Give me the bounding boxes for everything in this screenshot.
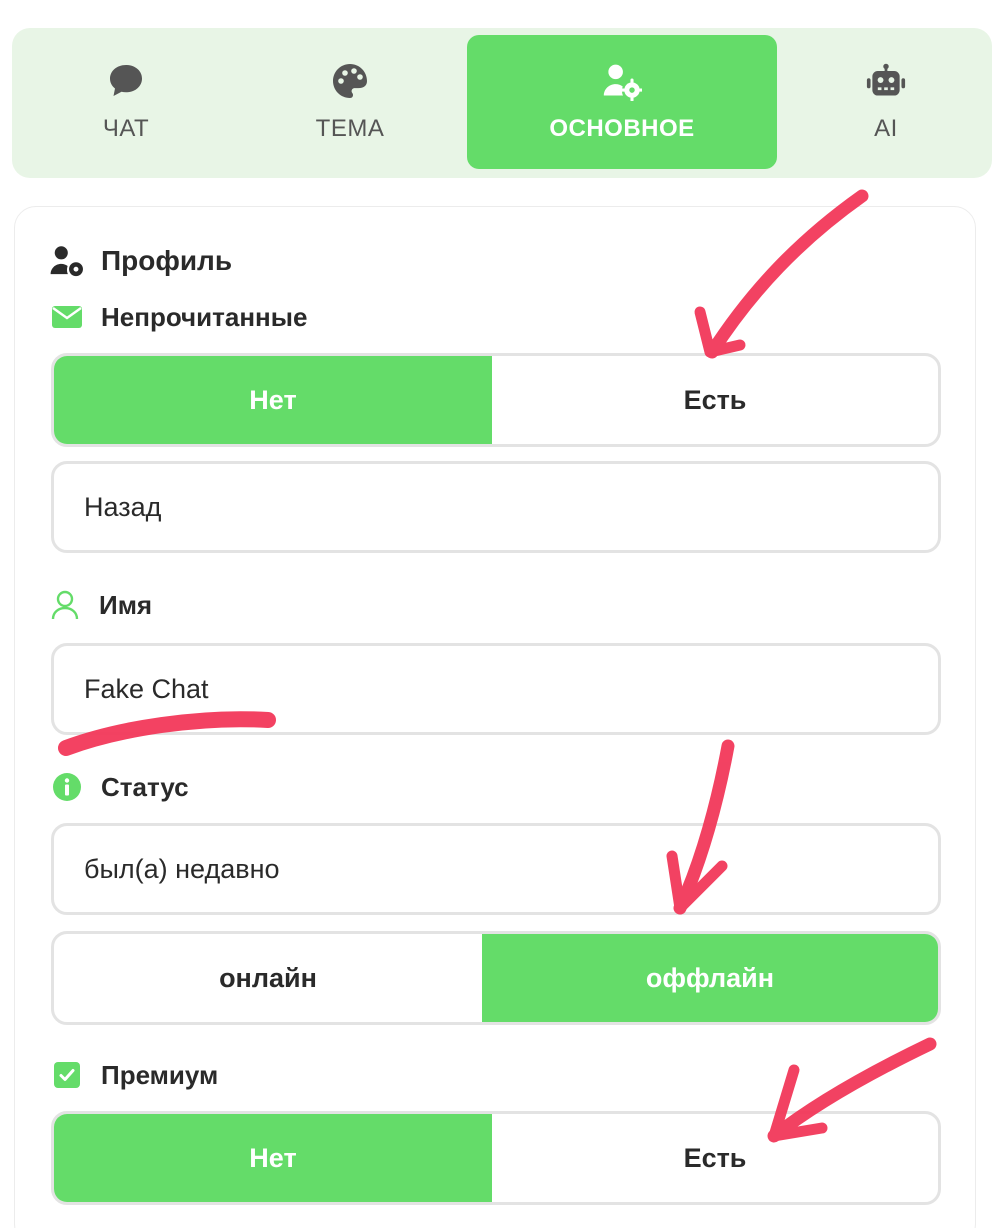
tab-general-label: ОСНОВНОЕ <box>549 115 695 142</box>
user-icon <box>47 587 83 623</box>
profile-title: Профиль <box>101 245 233 276</box>
palette-icon <box>330 61 370 101</box>
name-value: Fake Chat <box>84 673 209 704</box>
tab-bar: ЧАТ ТЕМА ОСНОВНОЕ AI <box>12 28 992 178</box>
user-gear-icon <box>49 243 85 279</box>
settings-page: ЧАТ ТЕМА ОСНОВНОЕ AI Профиль Непрочитанн… <box>0 0 1004 1228</box>
profile-heading: Профиль <box>49 243 232 279</box>
tab-chat[interactable]: ЧАТ <box>12 35 240 169</box>
unread-label: Непрочитанные <box>101 301 308 332</box>
status-option-online[interactable]: онлайн <box>54 934 482 1022</box>
status-label: Статус <box>101 771 189 802</box>
tab-chat-label: ЧАТ <box>102 115 150 142</box>
tab-general[interactable]: ОСНОВНОЕ <box>467 35 777 169</box>
unread-option-no[interactable]: Нет <box>54 356 492 444</box>
unread-heading: Непрочитанные <box>49 299 307 335</box>
name-input[interactable]: Fake Chat <box>51 643 941 735</box>
unread-option-yes[interactable]: Есть <box>492 356 938 444</box>
premium-label: Премиум <box>101 1059 219 1090</box>
tab-ai[interactable]: AI <box>780 35 992 169</box>
premium-option-yes[interactable]: Есть <box>492 1114 938 1202</box>
tab-theme-label: ТЕМА <box>315 115 385 142</box>
back-text-input[interactable]: Назад <box>51 461 941 553</box>
checkbox-icon <box>49 1057 85 1093</box>
status-option-offline[interactable]: оффлайн <box>482 934 938 1022</box>
tab-theme[interactable]: ТЕМА <box>240 35 460 169</box>
back-text-value: Назад <box>84 491 162 522</box>
envelope-icon <box>49 299 85 335</box>
unread-toggle: Нет Есть <box>51 353 941 447</box>
name-heading: Имя <box>47 587 152 623</box>
chat-bubble-icon <box>106 61 146 101</box>
premium-toggle: Нет Есть <box>51 1111 941 1205</box>
robot-icon <box>866 61 906 101</box>
tab-ai-label: AI <box>874 115 898 142</box>
premium-heading: Премиум <box>49 1057 218 1093</box>
user-gear-icon <box>602 61 642 101</box>
status-input[interactable]: был(а) недавно <box>51 823 941 915</box>
status-heading: Статус <box>49 769 189 805</box>
info-icon <box>49 769 85 805</box>
premium-option-no[interactable]: Нет <box>54 1114 492 1202</box>
name-label: Имя <box>99 589 153 620</box>
status-value: был(а) недавно <box>84 853 280 884</box>
profile-settings-card: Профиль Непрочитанные Нет Есть Назад Имя… <box>14 206 976 1228</box>
online-status-toggle: онлайн оффлайн <box>51 931 941 1025</box>
